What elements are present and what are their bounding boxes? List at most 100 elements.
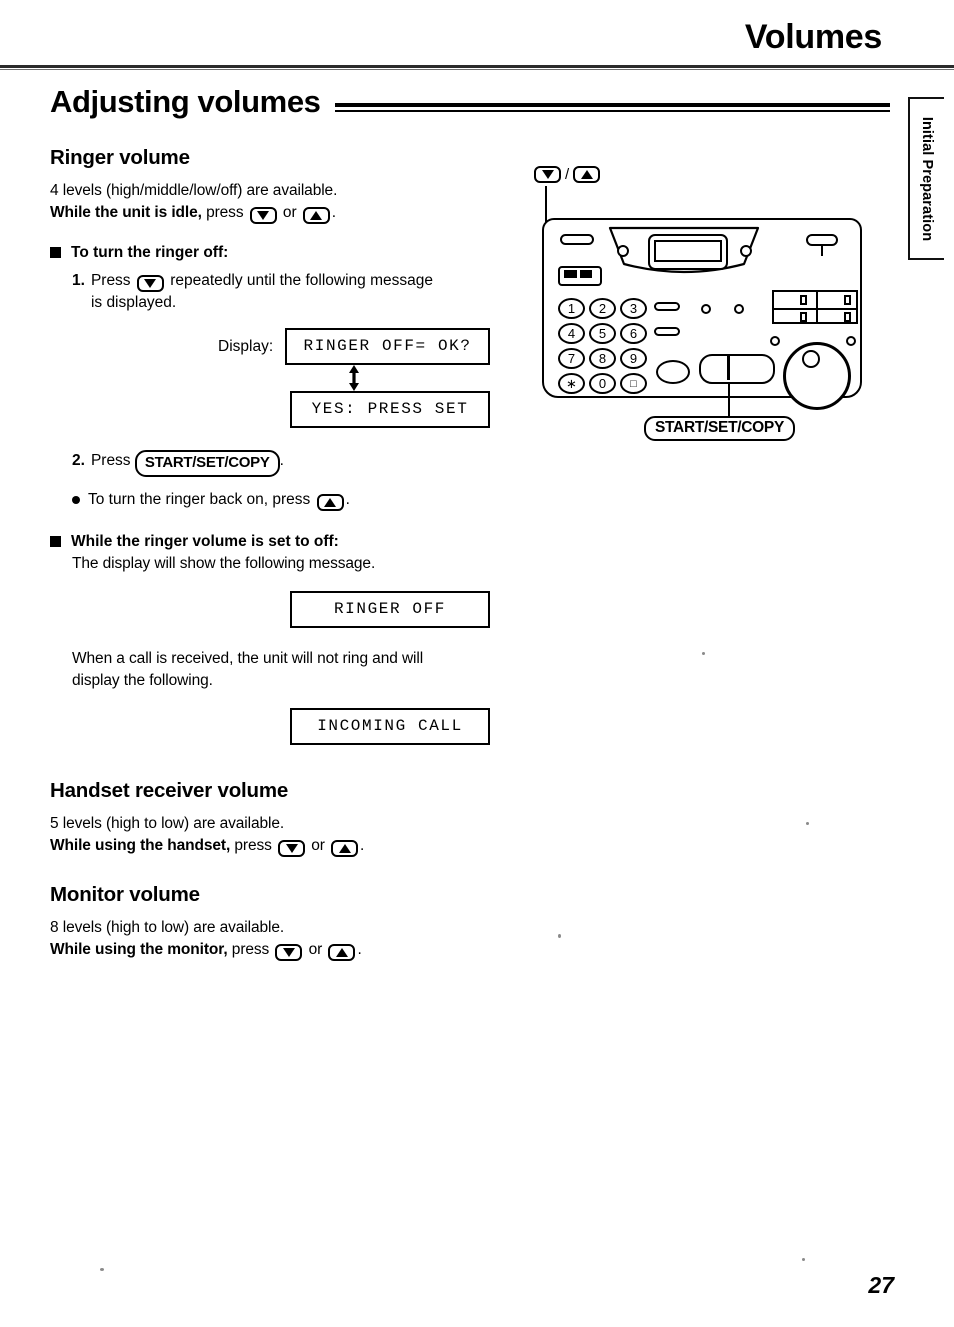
keypad-key-8-label: 8 [598, 351, 607, 366]
keypad-key-star[interactable]: ∗ [558, 373, 585, 394]
scan-artifact [100, 1268, 104, 1271]
scan-artifact [702, 652, 705, 655]
handset-instruction: While using the handset, press or . [50, 835, 490, 857]
page-number: 27 [868, 1272, 894, 1298]
keypad-key-3[interactable]: 3 [620, 298, 647, 319]
down-arrow-key-icon[interactable] [136, 275, 164, 292]
up-arrow-key-icon[interactable] [316, 494, 344, 511]
scan-artifact [802, 1258, 805, 1261]
up-arrow-key-icon[interactable] [302, 207, 330, 224]
heading-monitor-volume: Monitor volume [50, 883, 200, 906]
ringer-idle-period: . [331, 204, 336, 221]
keypad-key-hash[interactable]: □ [620, 373, 647, 394]
step-1-tail: repeatedly until the following message [170, 272, 433, 289]
station-key-4[interactable] [844, 312, 851, 322]
station-key-divider-vertical [816, 292, 818, 322]
keypad-key-6[interactable]: 6 [620, 323, 647, 344]
step-1-number: 1. [72, 272, 85, 289]
main-heading-block: Adjusting volumes [50, 86, 890, 117]
header-rule-thin [0, 69, 954, 70]
function-pill-button-upper[interactable] [654, 302, 680, 311]
bezel-button-left[interactable] [617, 245, 629, 257]
station-key-1[interactable] [800, 295, 807, 305]
up-arrow-key-icon[interactable] [331, 840, 359, 857]
keypad-key-0[interactable]: 0 [589, 373, 616, 394]
monitor-period: . [357, 941, 362, 958]
heading-rules [334, 103, 890, 112]
keypad-key-6-label: 6 [629, 326, 638, 341]
keypad-key-2[interactable]: 2 [589, 298, 616, 319]
filled-square-bullet-icon [50, 536, 61, 547]
keypad-key-5-label: 5 [598, 326, 607, 341]
keypad-key-7[interactable]: 7 [558, 348, 585, 369]
keypad-key-5[interactable]: 5 [589, 323, 616, 344]
handset-or: or [311, 837, 325, 854]
up-arrow-key-icon[interactable] [328, 944, 356, 961]
indicator-button-right[interactable] [734, 304, 744, 314]
station-key-3[interactable] [800, 312, 807, 322]
navigator-dial-center-button[interactable] [802, 350, 820, 368]
function-pill-button-lower[interactable] [654, 327, 680, 336]
start-set-copy-key[interactable]: START/SET/COPY [134, 450, 280, 477]
down-arrow-key-icon[interactable] [275, 944, 303, 961]
incoming-call-text-2: display the following. [72, 672, 213, 689]
panel-lcd-screen-inner [654, 240, 722, 262]
up-arrow-key-icon[interactable] [573, 166, 601, 183]
panel-pill-button-left[interactable] [560, 234, 594, 245]
note-period: . [345, 491, 350, 508]
keypad-key-hash-label: □ [630, 377, 637, 390]
subheading-ringer-set-to-off-label: While the ringer volume is set to off: [71, 533, 339, 550]
start-set-copy-panel-key[interactable] [699, 354, 775, 384]
section-tab: Initial Preparation [908, 97, 944, 260]
keypad-key-9-label: 9 [629, 351, 638, 366]
step-2-number: 2. [72, 452, 85, 469]
bezel-button-right[interactable] [740, 245, 752, 257]
panel-pill-button-right-stem [821, 246, 823, 256]
incoming-call-text-1: When a call is received, the unit will n… [72, 650, 424, 667]
down-arrow-key-icon[interactable] [278, 840, 306, 857]
leader-line-start-set-copy [728, 382, 730, 418]
station-key-2[interactable] [844, 295, 851, 305]
keypad-key-9[interactable]: 9 [620, 348, 647, 369]
monitor-instruction: While using the monitor, press or . [50, 939, 490, 961]
step-2-period: . [279, 452, 284, 469]
panel-pill-button-right[interactable] [806, 234, 838, 246]
step-1-text: Press repeatedly until the following mes… [91, 270, 433, 314]
filled-round-bullet-icon [72, 496, 80, 504]
down-arrow-key-icon[interactable] [249, 207, 277, 224]
dial-indicator-right[interactable] [846, 336, 856, 346]
scan-artifact [558, 934, 561, 938]
display-label: Display: [218, 337, 274, 355]
heading-handset-receiver-volume: Handset receiver volume [50, 779, 289, 802]
up-down-double-arrow-icon [218, 365, 490, 391]
step-1-press: Press [90, 272, 131, 289]
ringer-idle-or: or [282, 204, 297, 221]
callout-start-set-copy: START/SET/COPY [644, 416, 795, 441]
display-row-1: Display: RINGER OFF= OK? [218, 328, 490, 365]
callout-separator: / [565, 166, 570, 183]
callout-start-set-copy-label[interactable]: START/SET/COPY [644, 416, 795, 441]
scan-artifact [806, 822, 809, 825]
handset-instruction-bold: While using the handset, [50, 837, 231, 854]
filled-square-bullet-icon [50, 247, 61, 258]
keypad-key-8[interactable]: 8 [589, 348, 616, 369]
lcd-yes-press-set: YES: PRESS SET [290, 391, 490, 428]
note-turn-ringer-back-on: To turn the ringer back on, press . [72, 489, 490, 511]
step-2-text: Press START/SET/COPY. [91, 450, 284, 477]
dial-indicator-left[interactable] [770, 336, 780, 346]
keypad-key-4[interactable]: 4 [558, 323, 585, 344]
lcd-incoming-call: INCOMING CALL [290, 708, 490, 745]
station-key-divider-horizontal [774, 308, 856, 310]
down-arrow-key-icon[interactable] [534, 166, 561, 183]
start-set-copy-panel-key-divider [727, 354, 730, 380]
keypad-key-1[interactable]: 1 [558, 298, 585, 319]
oval-function-key[interactable] [656, 360, 690, 384]
keypad-key-star-label: ∗ [566, 375, 577, 391]
step-1-tail2: is displayed. [90, 294, 177, 311]
lcd-ringer-off: RINGER OFF [290, 591, 490, 628]
ringer-idle-instruction: While the unit is idle, press or . [50, 202, 490, 224]
keypad-key-4-label: 4 [567, 326, 576, 341]
indicator-button-left[interactable] [701, 304, 711, 314]
keypad-key-1-label: 1 [567, 301, 576, 316]
keypad-key-3-label: 3 [629, 301, 638, 316]
